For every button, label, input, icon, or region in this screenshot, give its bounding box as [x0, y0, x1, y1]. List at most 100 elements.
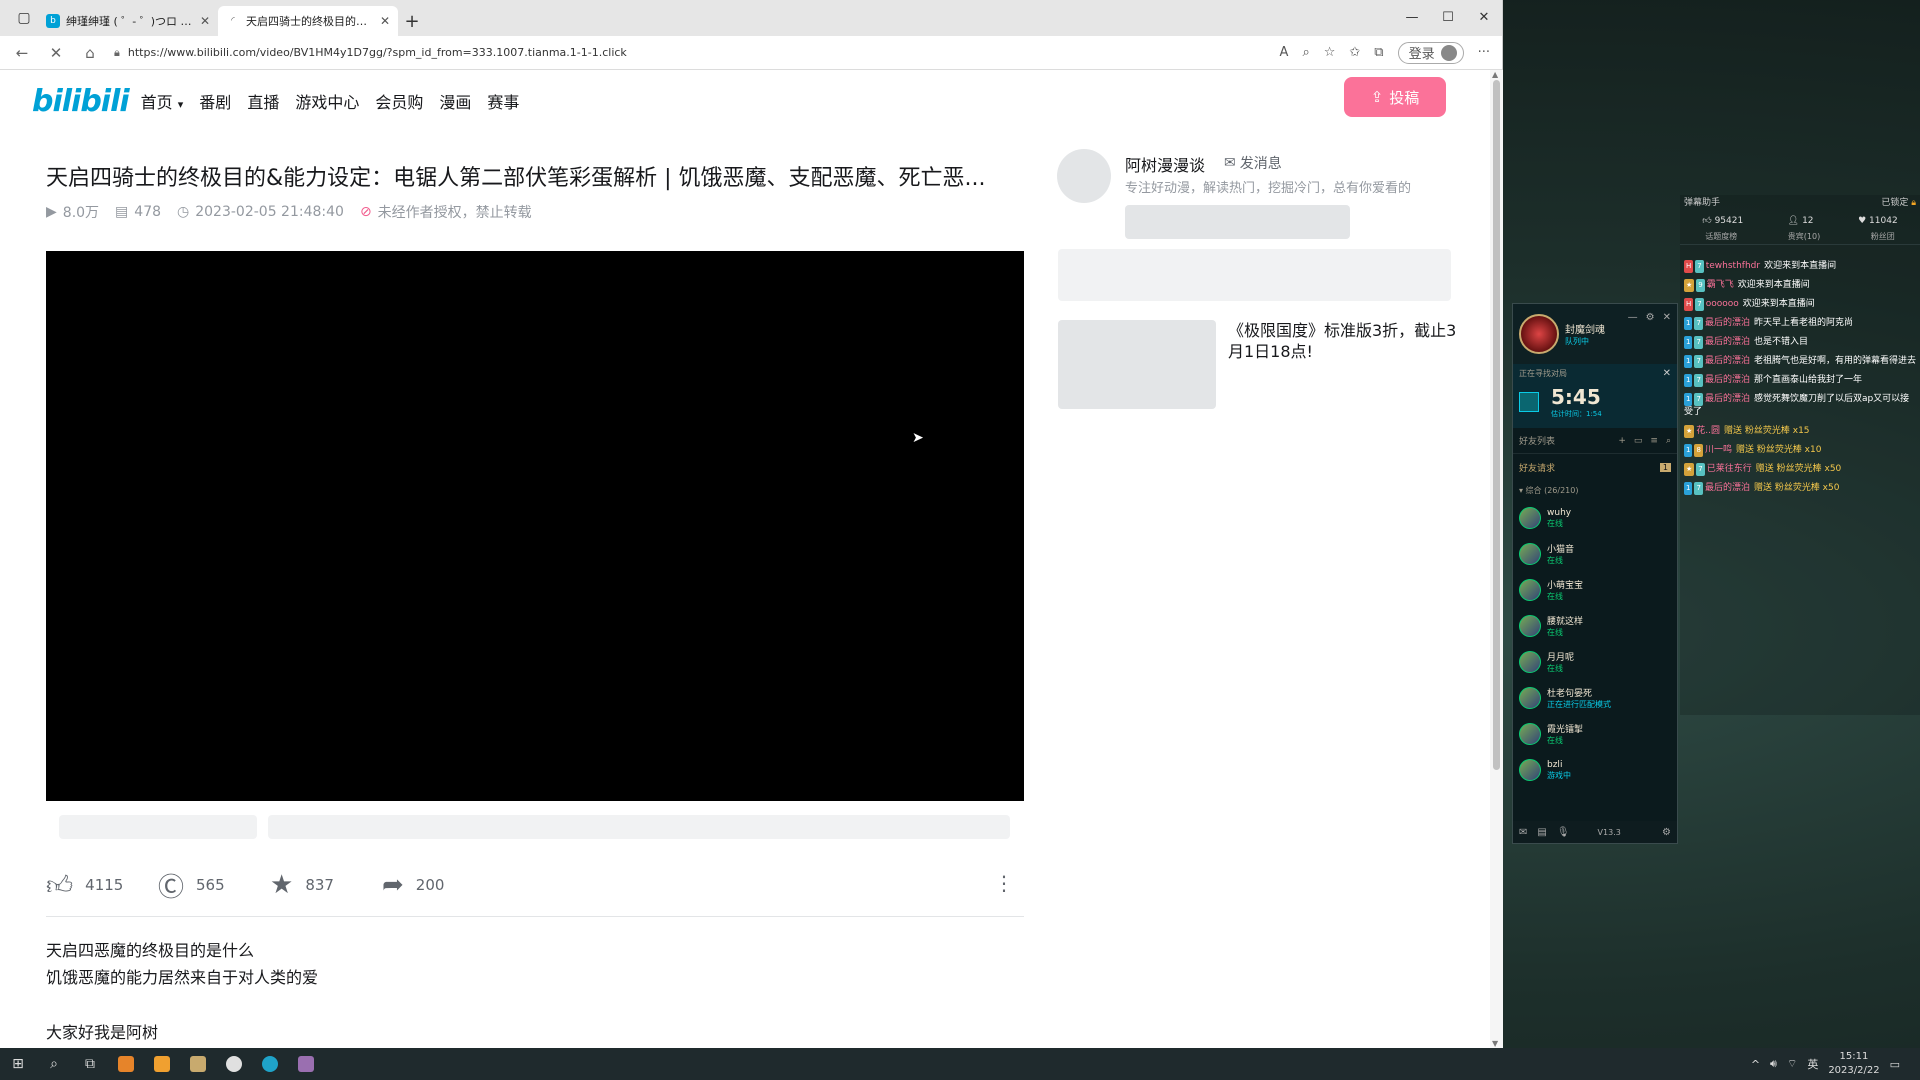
app-icon[interactable] [108, 1048, 144, 1080]
collections-icon[interactable]: ⧉ [1374, 45, 1383, 60]
nav-anime[interactable]: 番剧 [199, 89, 231, 113]
stop-icon[interactable]: ✕ [46, 44, 66, 62]
more-options-icon[interactable]: ⋮ [994, 871, 1014, 895]
url-field[interactable]: 🔒︎ https://www.bilibili.com/video/BV1HM4… [114, 40, 1266, 66]
ime-indicator[interactable]: 英 [1807, 1056, 1818, 1072]
lock-status[interactable]: 已锁定 🔒︎ [1881, 195, 1916, 211]
coin-button[interactable]: Ⓒ 565 [158, 867, 270, 904]
task-view-icon[interactable]: ⧉ [72, 1048, 108, 1080]
scroll-up-icon[interactable]: ▲ [1492, 70, 1498, 79]
avatar [1519, 687, 1541, 709]
notification-icon[interactable]: ▭ [1890, 1058, 1900, 1071]
uploader-name[interactable]: 阿树漫漫谈 [1125, 152, 1205, 176]
network-icon[interactable]: ⌔ [1787, 1057, 1797, 1071]
league-client-icon[interactable] [180, 1048, 216, 1080]
tab-video[interactable]: ◜ 天启四骑士的终极目的&能力设定 ✕ [218, 6, 398, 36]
tab-bilibili-home[interactable]: b 绅瑾绅瑾 ( ゜- ゜)つロ 干杯~-bilibili ✕ [38, 6, 218, 36]
friend-item[interactable]: 霞光镭掣 在线 [1513, 716, 1677, 752]
share-button[interactable]: ➦ 200 [382, 870, 494, 900]
friend-item[interactable]: 腰就这样 在线 [1513, 608, 1677, 644]
tab-title: 天启四骑士的终极目的&能力设定 [246, 15, 374, 28]
read-aloud-icon[interactable]: A [1280, 45, 1289, 60]
tab-actions-icon[interactable]: ▢ [10, 0, 38, 36]
friend-group-header[interactable]: ▾ 综合 (26/210) [1513, 480, 1677, 500]
divider [46, 916, 1024, 917]
app-icon[interactable] [216, 1048, 252, 1080]
nav-home[interactable]: 首页 ▾ [141, 89, 184, 113]
bilibili-logo[interactable]: bilibili [32, 84, 130, 119]
fan-count: ♥ 11042 [1858, 216, 1898, 226]
video-player[interactable] [46, 251, 1024, 801]
friend-item[interactable]: 月月呢 在线 [1513, 644, 1677, 680]
favorites-icon[interactable]: ✩ [1349, 45, 1360, 60]
add-favorite-icon[interactable]: ☆ [1324, 45, 1336, 60]
friend-item[interactable]: bzli 游戏中 [1513, 752, 1677, 788]
chat-message: ★ 7 已莱往东行 赠送 粉丝荧光棒 x50 [1684, 463, 1842, 476]
settings-icon[interactable]: ⚙ [1662, 827, 1671, 838]
avatar [1519, 759, 1541, 781]
close-icon[interactable]: ✕ [1663, 312, 1671, 323]
friend-requests-badge: 1 [1659, 462, 1671, 472]
edge-browser-icon[interactable] [252, 1048, 288, 1080]
chevron-up-icon[interactable]: ^ [1751, 1058, 1760, 1071]
gear-icon[interactable]: ⚙ [1646, 312, 1655, 323]
scrollbar[interactable]: ▲ ▼ [1490, 70, 1503, 1048]
zoom-icon[interactable]: ⌕ [1302, 45, 1309, 60]
tab-topic[interactable]: 话题度榜 [1705, 231, 1737, 244]
upload-button[interactable]: ⇪ 投稿 [1344, 77, 1446, 117]
close-window-icon[interactable]: ✕ [1466, 0, 1502, 34]
ad-thumbnail[interactable] [1058, 320, 1216, 409]
nav-esports[interactable]: 赛事 [487, 89, 519, 113]
start-icon[interactable]: ⊞ [0, 1048, 36, 1080]
close-icon[interactable]: ✕ [380, 14, 390, 28]
more-icon[interactable]: ··· [1478, 45, 1490, 60]
app-icon[interactable] [144, 1048, 180, 1080]
friend-item[interactable]: 小萌宝宝 在线 [1513, 572, 1677, 608]
new-tab-button[interactable]: + [398, 6, 426, 36]
danmaku-count: ▤ 478 [115, 204, 162, 220]
friend-item[interactable]: 小猫音 在线 [1513, 536, 1677, 572]
scroll-thumb[interactable] [1493, 80, 1500, 770]
tab-fans[interactable]: 粉丝团 [1871, 231, 1895, 244]
friend-requests[interactable]: 好友请求 1 [1513, 454, 1677, 480]
like-button[interactable]: 👍︎ 4115 [46, 870, 158, 901]
back-icon[interactable]: ← [12, 44, 32, 62]
follow-button-placeholder[interactable] [1125, 205, 1350, 239]
mic-icon[interactable]: 🎙︎ [1557, 827, 1570, 838]
like-count: 👍︎ 95421 [1702, 216, 1744, 226]
friend-item[interactable]: wuhy 在线 [1513, 500, 1677, 536]
minimize-icon[interactable]: — [1394, 0, 1430, 34]
scroll-down-icon[interactable]: ▼ [1492, 1039, 1498, 1048]
danmaku-assistant-panel: 弹幕助手 已锁定 🔒︎ 👍︎ 95421 👤︎ 12 ♥ 11042 话题度榜 … [1680, 195, 1920, 715]
folder-icon[interactable]: ▭ [1634, 436, 1643, 446]
search-icon[interactable]: ⌕ [1666, 436, 1671, 446]
friend-item[interactable]: 杜老句晏死 正在进行匹配模式 [1513, 680, 1677, 716]
summoner-avatar[interactable] [1519, 314, 1559, 354]
favorite-button[interactable]: ★ 837 [270, 870, 382, 900]
search-icon[interactable]: ⌕ [36, 1048, 72, 1080]
profile-button[interactable]: 登录 [1397, 41, 1464, 64]
notes-icon[interactable]: ▤ [1537, 827, 1546, 838]
chat-message: ★ 9 霸飞飞 欢迎来到本直播间 [1684, 279, 1810, 292]
volume-icon[interactable]: 🔊︎ [1770, 1057, 1777, 1071]
nav-live[interactable]: 直播 [247, 89, 279, 113]
description-line: 饥饿恶魔的能力居然来自于对人类的爱 [46, 968, 319, 987]
cancel-queue-icon[interactable]: ✕ [1663, 368, 1671, 379]
lol-profile-header: 封魔剑魂 队列中 — ⚙ ✕ [1513, 304, 1677, 364]
ad-text[interactable]: 《极限国度》标准版3折，截止3月1日18点! [1228, 320, 1458, 362]
tab-vip[interactable]: 贵宾(10) [1788, 231, 1820, 244]
clock[interactable]: 15:11 2023/2/22 [1828, 1050, 1879, 1078]
nav-manga[interactable]: 漫画 [439, 89, 471, 113]
chat-icon[interactable]: ✉ [1519, 827, 1527, 838]
nav-game-center[interactable]: 游戏中心 [295, 89, 359, 113]
list-icon[interactable]: ≡ [1650, 436, 1658, 446]
maximize-icon[interactable]: ☐ [1430, 0, 1466, 34]
home-icon[interactable]: ⌂ [80, 44, 100, 62]
send-message-button[interactable]: ✉ 发消息 [1224, 153, 1282, 173]
add-friend-icon[interactable]: + [1618, 436, 1626, 446]
minimize-icon[interactable]: — [1628, 312, 1638, 323]
nav-mall[interactable]: 会员购 [375, 89, 423, 113]
app-icon[interactable] [288, 1048, 324, 1080]
uploader-avatar[interactable] [1057, 149, 1111, 203]
close-icon[interactable]: ✕ [200, 14, 210, 28]
